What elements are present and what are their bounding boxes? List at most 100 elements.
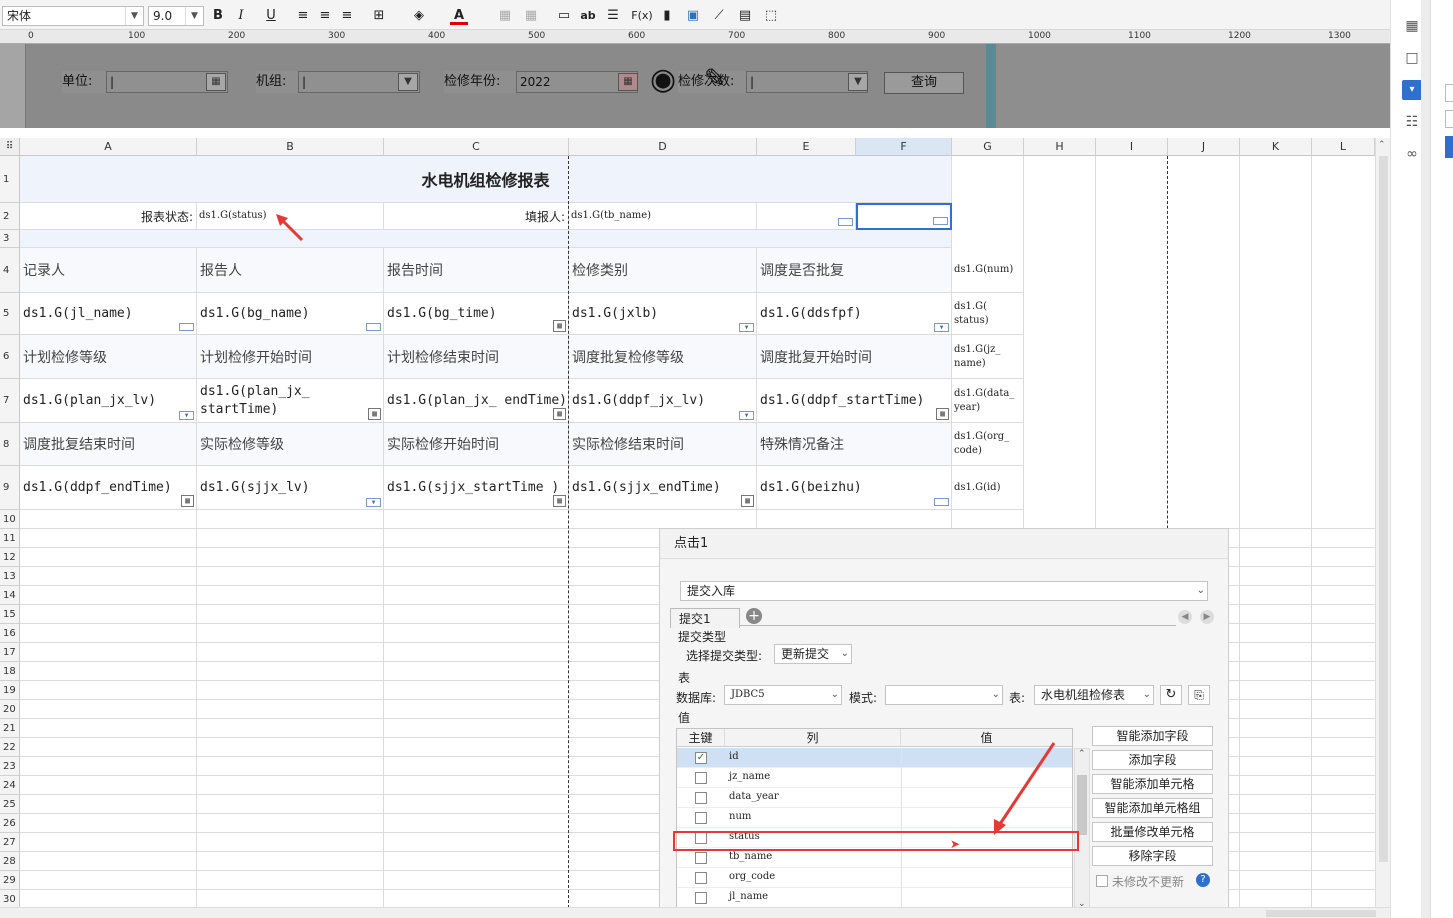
col-header[interactable]: F [856,138,952,156]
unmodified-checkbox[interactable] [1096,875,1108,887]
label-cell[interactable]: 实际检修结束时间 [569,423,757,466]
value-cell[interactable]: ds1.G(bg_name) [197,293,384,335]
col-header[interactable]: G [952,138,1024,156]
horizontal-scrollbar[interactable] [0,907,1390,918]
label-cell[interactable]: 计划检修等级 [20,335,197,379]
query-button[interactable]: 查询 [884,72,964,94]
condition-icon[interactable]: ☷ [1402,112,1422,132]
remove-field-button[interactable]: 移除字段 [1092,846,1213,866]
label-cell[interactable]: 计划检修开始时间 [197,335,384,379]
col-header[interactable]: I [1096,138,1168,156]
value-cell[interactable]: ds1.G(jl_name) [20,293,197,335]
font-size-select[interactable]: 9.0 ▼ [148,6,204,26]
g-data-cell[interactable]: ds1.G(data_ year) [952,379,1024,423]
value-cell[interactable]: ds1.G(plan_jx_ startTime) ▦ [197,379,384,423]
mode-select[interactable]: ⌄ [885,685,1003,705]
panel-edge-button[interactable] [1445,136,1453,158]
g-data-cell[interactable]: ds1.G(num) [952,248,1024,293]
scroll-up-icon[interactable]: ⌃ [1378,140,1386,150]
split-icon[interactable]: ▦ [522,7,540,25]
crew-dropdown-icon[interactable]: ▼ [398,73,418,91]
row-header[interactable]: 6 [0,335,20,379]
value-cell[interactable]: ds1.G(sjjx_lv) ▼ [197,466,384,510]
text-ab-icon[interactable]: ab [579,7,597,25]
next-tab-icon[interactable]: ▶ [1200,610,1214,624]
help-icon[interactable]: ? [1196,873,1210,887]
smart-add-cell-group-button[interactable]: 智能添加单元格组 [1092,798,1213,818]
widget-settings-icon[interactable]: ▾ [1402,80,1422,100]
empty-cell[interactable] [757,203,856,230]
row-header[interactable]: 14 [0,586,20,605]
border-icon[interactable]: ⊞ [370,7,388,25]
panel-edge-input[interactable] [1445,110,1453,128]
font-family-select[interactable]: 宋体 ▼ [2,6,144,26]
col-header[interactable]: H [1024,138,1096,156]
align-right-icon[interactable]: ≡ [338,7,356,25]
wrap-icon[interactable]: ▭ [555,7,573,25]
value-cell[interactable]: ds1.G(beizhu) [757,466,952,510]
label-cell[interactable]: 实际检修等级 [197,423,384,466]
underline-button[interactable]: U [262,7,280,25]
label-cell[interactable]: 报告人 [197,248,384,293]
row-header[interactable]: 5 [0,293,20,335]
row-header[interactable]: 19 [0,681,20,700]
row-header[interactable]: 9 [0,466,20,510]
panel-edge-input[interactable] [1445,84,1453,102]
row-header[interactable]: 12 [0,548,20,567]
label-cell[interactable]: 特殊情况备注 [757,423,952,466]
row-header[interactable]: 10 [0,510,20,529]
primary-key-checkbox[interactable] [695,792,707,804]
row-header[interactable]: 3 [0,230,20,248]
col-header[interactable]: C [384,138,569,156]
vertical-scrollbar[interactable]: ⌃ [1375,138,1390,907]
primary-key-checkbox[interactable] [695,772,707,784]
formula-icon[interactable]: F(x) [630,7,654,25]
batch-modify-cells-button[interactable]: 批量修改单元格 [1092,822,1213,842]
label-cell[interactable]: 实际检修开始时间 [384,423,569,466]
label-cell[interactable]: 调度批复检修等级 [569,335,757,379]
submit-type-select[interactable]: 更新提交 ⌄ [774,644,852,664]
row-header[interactable]: 22 [0,738,20,757]
row-header[interactable]: 18 [0,662,20,681]
label-cell[interactable]: 检修类别 [569,248,757,293]
col-header[interactable]: D [569,138,757,156]
field-row[interactable]: org_code [677,868,1072,888]
refresh-icon[interactable]: ↻ [1160,685,1182,705]
bold-button[interactable]: B [209,7,227,25]
chart-icon[interactable]: ▮ [658,7,676,25]
merge-icon[interactable]: ▦ [496,7,514,25]
smart-add-fields-button[interactable]: 智能添加字段 [1092,726,1213,746]
cell-element-icon[interactable]: ⬚ [762,7,780,25]
report-title[interactable]: 水电机组检修报表 [20,156,952,203]
value-cell[interactable]: ds1.G(ddpf_jx_lv) ▼ [569,379,757,423]
pencil-icon[interactable]: ✎ [704,64,726,94]
row-header[interactable]: 8 [0,423,20,466]
row-header[interactable]: 28 [0,852,20,871]
col-header[interactable]: A [20,138,197,156]
slash-icon[interactable]: ⟋ [710,7,728,25]
fill-color-icon[interactable]: ◈ [410,7,428,25]
label-cell[interactable]: 记录人 [20,248,197,293]
spacer-row[interactable] [20,230,952,248]
row-header[interactable]: 26 [0,814,20,833]
value-cell[interactable]: ds1.G(sjjx_startTime ) ▦ [384,466,569,510]
row-header[interactable]: 13 [0,567,20,586]
tab-submit1[interactable]: 提交1 [670,608,740,628]
widget-icon[interactable]: ▤ [736,7,754,25]
row-header[interactable]: 21 [0,719,20,738]
add-field-button[interactable]: 添加字段 [1092,750,1213,770]
primary-key-checkbox[interactable] [695,852,707,864]
row-header[interactable]: 25 [0,795,20,814]
value-cell[interactable]: ds1.G(ddpf_endTime) ▦ [20,466,197,510]
row-header[interactable]: 1 [0,156,20,203]
primary-key-checkbox[interactable] [695,812,707,824]
align-left-icon[interactable]: ≡ [294,7,312,25]
unit-tree-icon[interactable]: ▦ [206,73,226,91]
value-cell[interactable]: ds1.G(sjjx_endTime) ▦ [569,466,757,510]
value-cell[interactable]: ds1.G(ddsfpf) ▼ [757,293,952,335]
prev-tab-icon[interactable]: ◀ [1178,610,1192,624]
row-header[interactable]: 2 [0,203,20,230]
filler-value-cell[interactable]: ds1.G(tb_name) [569,203,757,230]
label-cell[interactable]: 计划检修结束时间 [384,335,569,379]
value-cell[interactable]: ds1.G(plan_jx_ endTime) ▦ [384,379,569,423]
